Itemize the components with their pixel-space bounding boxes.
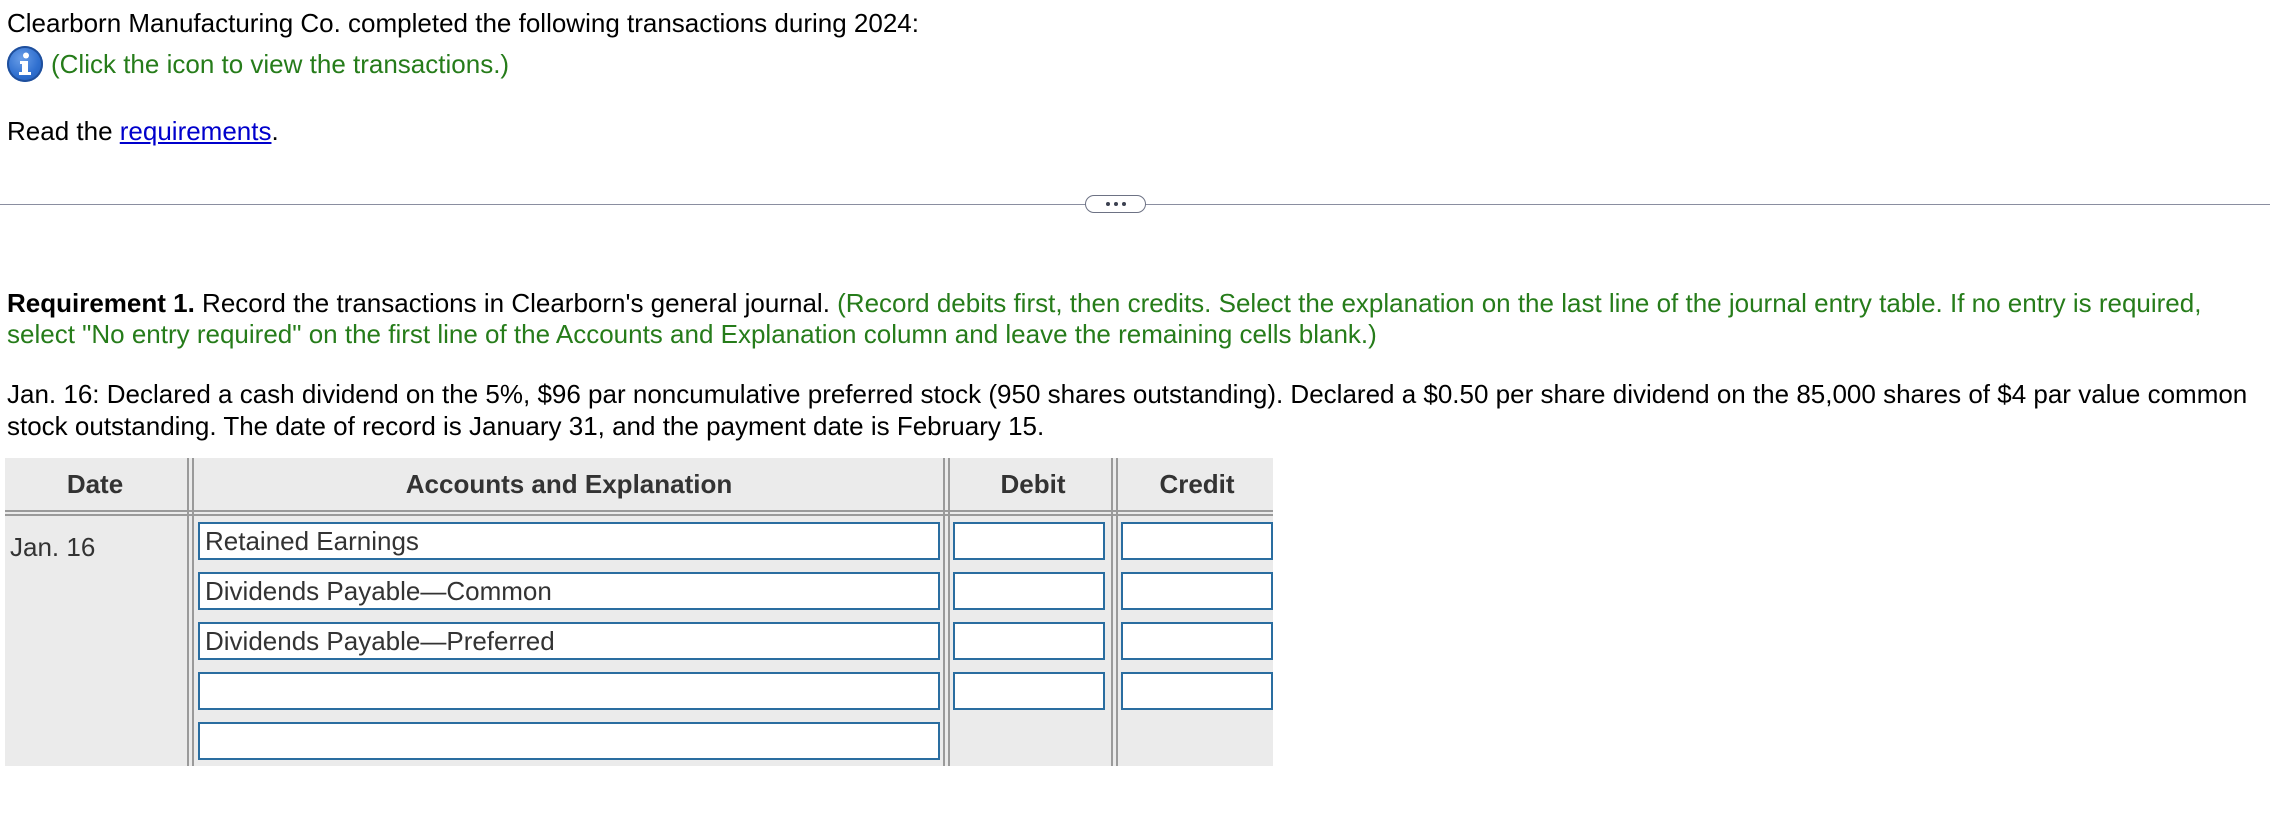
read-suffix: . [271, 116, 279, 146]
credit-field-4[interactable] [1121, 672, 1273, 710]
credit-field-2[interactable] [1121, 572, 1273, 610]
account-field-3[interactable]: Dividends Payable—Preferred [198, 622, 940, 660]
credit-field-3[interactable] [1121, 622, 1273, 660]
credit-field-1[interactable] [1121, 522, 1273, 560]
journal-entry-table: Date Accounts and Explanation Debit Cred… [5, 458, 1273, 766]
debit-field-4[interactable] [953, 672, 1105, 710]
column-separator [1111, 458, 1118, 766]
column-separator [943, 458, 950, 766]
header-divider [5, 514, 1273, 516]
debit-field-3[interactable] [953, 622, 1105, 660]
more-dots-icon[interactable] [1085, 195, 1146, 213]
requirements-link[interactable]: requirements [120, 116, 272, 146]
header-divider [5, 510, 1273, 512]
transaction-description: Jan. 16: Declared a cash dividend on the… [7, 379, 2248, 441]
requirement-label: Requirement 1. [7, 288, 195, 318]
explanation-field[interactable] [198, 722, 940, 760]
info-link-text[interactable]: (Click the icon to view the transactions… [51, 49, 509, 80]
entry-date: Jan. 16 [10, 532, 96, 562]
info-row: (Click the icon to view the transactions… [7, 44, 509, 84]
account-field-2[interactable]: Dividends Payable—Common [198, 572, 940, 610]
credit-header: Credit [1121, 458, 1273, 510]
requirement-instructions: Requirement 1. Record the transactions i… [7, 288, 2257, 350]
read-requirements-line: Read the requirements. [7, 116, 279, 146]
info-icon[interactable] [7, 46, 43, 82]
intro-text: Clearborn Manufacturing Co. completed th… [7, 8, 919, 38]
debit-field-2[interactable] [953, 572, 1105, 610]
requirement-text: Record the transactions in Clearborn's g… [194, 288, 838, 318]
account-field-1[interactable]: Retained Earnings [198, 522, 940, 560]
account-field-4[interactable] [198, 672, 940, 710]
column-separator [187, 458, 194, 766]
date-header: Date [5, 458, 185, 510]
debit-field-1[interactable] [953, 522, 1105, 560]
read-prefix: Read the [7, 116, 120, 146]
debit-header: Debit [953, 458, 1113, 510]
accounts-header: Accounts and Explanation [193, 458, 945, 510]
